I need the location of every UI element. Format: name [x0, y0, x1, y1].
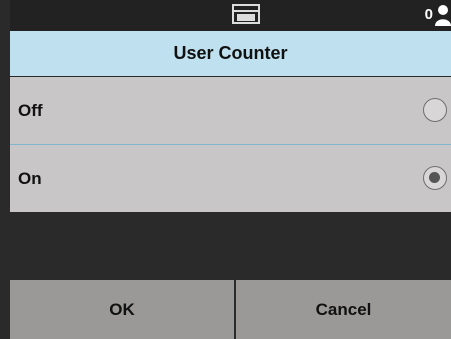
- ok-button[interactable]: OK: [10, 280, 234, 339]
- option-off-radio[interactable]: [423, 98, 447, 122]
- screen: 0 User Counter Off On OK Cancel: [0, 0, 451, 339]
- status-bar: 0: [10, 0, 451, 31]
- title-bar: User Counter: [10, 31, 451, 76]
- option-on[interactable]: On: [10, 145, 451, 212]
- cancel-button[interactable]: Cancel: [236, 280, 451, 339]
- option-off-label: Off: [18, 100, 43, 120]
- page-title: User Counter: [173, 43, 288, 63]
- option-on-label: On: [18, 168, 42, 188]
- option-off[interactable]: Off: [10, 77, 451, 144]
- user-count: 0: [424, 6, 433, 23]
- printer-icon: [232, 4, 260, 24]
- user-icon: [435, 5, 451, 26]
- radio-selected-dot: [429, 172, 440, 183]
- option-on-radio[interactable]: [423, 166, 447, 190]
